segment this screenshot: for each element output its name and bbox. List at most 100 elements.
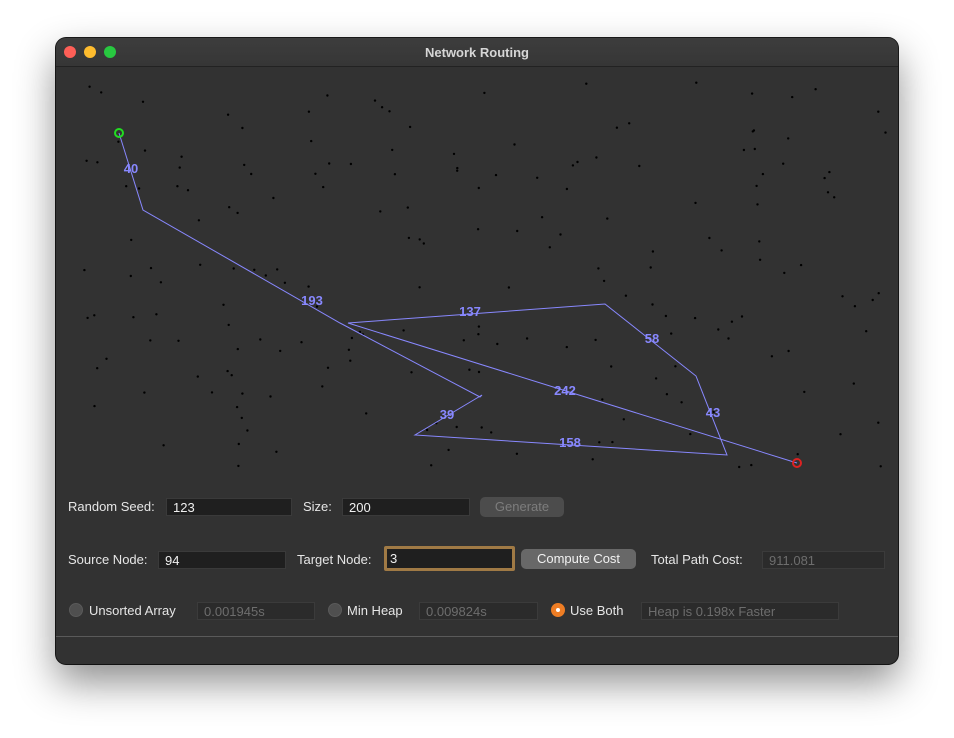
graph-node	[865, 330, 868, 333]
graph-node	[349, 162, 353, 166]
graph-node	[418, 286, 421, 289]
graph-node	[638, 164, 641, 168]
target-node-label: Target Node:	[297, 552, 372, 567]
graph-node	[162, 444, 165, 447]
graph-node	[628, 122, 631, 125]
graph-node	[841, 295, 844, 298]
graph-node	[796, 453, 799, 456]
graph-node	[602, 279, 606, 283]
graph-node	[525, 337, 529, 340]
graph-node	[791, 95, 794, 99]
graph-node	[750, 463, 753, 467]
graph-node	[347, 348, 351, 351]
graph-node	[548, 246, 551, 249]
graph-node	[585, 82, 588, 85]
unsorted-array-label: Unsorted Array	[89, 603, 176, 618]
graph-node	[654, 377, 658, 380]
graph-node	[559, 233, 562, 236]
graph-node	[477, 333, 480, 336]
graph-node	[237, 442, 240, 446]
graph-node	[853, 305, 857, 308]
graph-node	[884, 131, 887, 134]
source-node-input[interactable]	[158, 551, 286, 569]
edge-cost-label: 242	[554, 383, 576, 398]
graph-node	[430, 464, 433, 467]
random-seed-input[interactable]	[166, 498, 292, 516]
graph-node	[490, 431, 493, 434]
graph-node	[307, 285, 310, 288]
graph-node	[410, 371, 413, 374]
edge-cost-label: 137	[459, 304, 481, 319]
graph-node	[828, 170, 831, 174]
graph-node	[180, 155, 183, 158]
min-heap-radio[interactable]	[328, 603, 342, 617]
graph-node	[326, 94, 329, 97]
graph-node	[100, 91, 103, 94]
graph-node	[391, 148, 394, 152]
graph-node	[591, 458, 594, 461]
graph-node	[276, 268, 279, 271]
graph-node	[597, 267, 600, 270]
graph-node	[879, 465, 882, 468]
title-bar: Network Routing	[56, 38, 898, 67]
graph-node	[155, 313, 158, 316]
graph-node	[149, 266, 153, 270]
graph-node	[515, 452, 519, 455]
graph-node	[393, 173, 397, 176]
graph-node	[88, 85, 91, 88]
graph-node	[310, 139, 313, 143]
size-label: Size:	[303, 499, 332, 514]
graph-node	[751, 130, 754, 133]
graph-node	[241, 126, 244, 130]
unsorted-array-radio[interactable]	[69, 603, 83, 617]
random-seed-label: Random Seed:	[68, 499, 155, 514]
graph-node	[402, 329, 405, 332]
graph-node	[565, 345, 568, 349]
graph-node	[594, 338, 597, 342]
graph-node	[576, 160, 579, 164]
graph-node	[783, 271, 786, 275]
graph-node	[137, 187, 141, 190]
graph-node	[178, 166, 181, 169]
graph-node	[852, 382, 855, 385]
graph-node	[253, 268, 256, 271]
generate-button[interactable]: Generate	[480, 497, 564, 517]
target-node-input[interactable]	[384, 546, 515, 571]
graph-node	[695, 81, 698, 84]
graph-node	[483, 91, 486, 95]
graph-node	[651, 250, 655, 253]
graph-node	[365, 412, 368, 415]
compute-cost-button[interactable]: Compute Cost	[521, 549, 636, 569]
graph-canvas[interactable]: 40 193 137 58 242 43 39 158	[56, 67, 898, 477]
graph-node	[814, 88, 817, 91]
edge-cost-label: 58	[645, 331, 659, 346]
graph-node	[730, 320, 734, 323]
graph-node	[877, 110, 880, 113]
edge-cost-label: 43	[706, 405, 720, 420]
use-both-radio[interactable]	[551, 603, 565, 617]
total-path-cost-field	[762, 551, 885, 569]
graph-node	[228, 206, 231, 209]
graph-node	[480, 426, 483, 429]
graph-node	[717, 328, 720, 331]
graph-node	[96, 161, 99, 164]
graph-node	[197, 219, 201, 222]
min-heap-time-field	[419, 602, 538, 620]
graph-node	[96, 367, 99, 370]
size-input[interactable]	[342, 498, 470, 516]
edge-cost-label: 40	[124, 161, 138, 176]
graph-node	[468, 368, 471, 371]
graph-node	[799, 263, 803, 267]
graph-node	[670, 332, 673, 335]
graph-node	[275, 450, 278, 453]
graph-node	[141, 100, 145, 103]
graph-node	[536, 176, 539, 179]
graph-node	[664, 314, 668, 318]
shortest-path-line	[118, 132, 798, 464]
graph-node	[665, 393, 669, 396]
graph-node	[199, 263, 202, 266]
graph-node	[105, 357, 108, 360]
graph-node	[83, 268, 86, 272]
graph-node	[407, 236, 411, 240]
graph-node	[93, 404, 96, 408]
